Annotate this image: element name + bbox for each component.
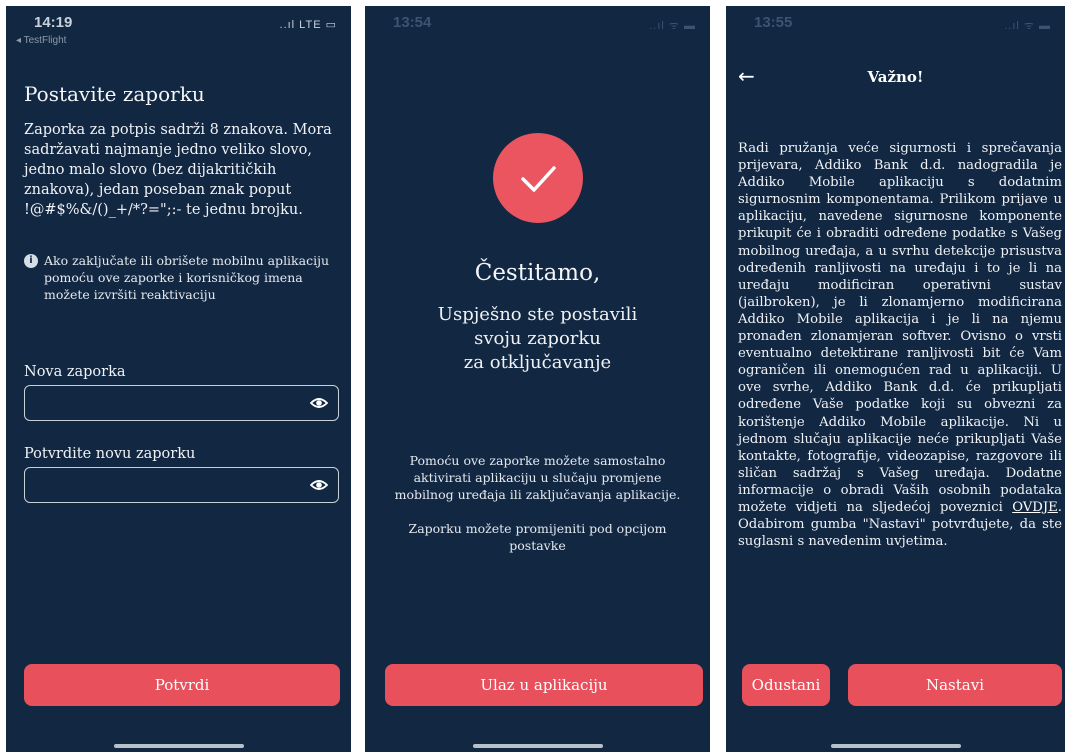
success-badge [493, 133, 583, 223]
success-line: za otključavanje [463, 352, 612, 373]
congrats-heading: Čestitamo, [474, 260, 601, 286]
password-rules-text: Zaporka za potpis sadrži 8 znakova. Mora… [24, 122, 332, 218]
home-indicator [472, 744, 603, 748]
screen-important-notice: 13:55 ..ıl ᯤ ▬ ← Važno! Radi pružanja ve… [726, 6, 1065, 752]
ovdje-link[interactable]: OVDJE [1012, 500, 1058, 515]
screen-password-success: 13:54 ..ıl ᯤ ▬ Čestitamo, Uspješno ste p… [365, 6, 710, 752]
testflight-back-link[interactable]: ◂ TestFlight [16, 35, 66, 46]
success-line: svoju zaporku [474, 328, 601, 349]
info-note: i Ako zaključate ili obrišete mobilnu ap… [24, 252, 342, 303]
eye-icon[interactable] [310, 477, 328, 493]
confirm-password-label: Potvrdite novu zaporku [24, 446, 196, 462]
success-message: Uspješno ste postavili svoju zaporku za … [365, 303, 710, 375]
new-password-label: Nova zaporka [24, 364, 126, 380]
page-title: Postavite zaporku [24, 82, 205, 106]
confirm-password-input[interactable] [24, 467, 339, 503]
eye-icon[interactable] [310, 395, 328, 411]
enter-app-button[interactable]: Ulaz u aplikaciju [385, 664, 703, 706]
status-time: 14:19 [34, 14, 73, 31]
status-bar: 13:54 ..ıl ᯤ ▬ [365, 6, 710, 46]
success-line: Uspješno ste postavili [437, 304, 638, 325]
status-time: 13:54 [393, 14, 432, 31]
status-time: 13:55 [754, 14, 793, 31]
status-icons: ..ıl LTE ▭ [279, 19, 337, 31]
info-text: Ako zaključate ili obrišete mobilnu apli… [44, 253, 330, 302]
status-icons: ..ıl ᯤ ▬ [649, 20, 696, 32]
change-password-note: Zaporku možete promijeniti pod opcijom p… [408, 521, 667, 553]
home-indicator [830, 744, 961, 748]
info-icon: i [24, 254, 38, 268]
activation-note: Pomoću ove zaporke možete samostalno akt… [394, 453, 681, 502]
checkmark-icon [521, 166, 556, 192]
continue-button[interactable]: Nastavi [848, 664, 1062, 706]
screen-set-password: 14:19 ◂ TestFlight ..ıl LTE ▭ Postavite … [6, 6, 351, 752]
status-icons: ..ıl ᯤ ▬ [1004, 20, 1051, 32]
security-notice-text: Radi pružanja veće sigurnosti i sprečava… [738, 140, 1062, 550]
new-password-input[interactable] [24, 385, 339, 421]
status-bar: 14:19 ◂ TestFlight ..ıl LTE ▭ [6, 6, 351, 46]
home-indicator [113, 744, 244, 748]
notice-text: Radi pružanja veće sigurnosti i sprečava… [738, 141, 1062, 515]
status-bar: 13:55 ..ıl ᯤ ▬ [726, 6, 1065, 46]
confirm-button[interactable]: Potvrdi [24, 664, 340, 706]
header-title: Važno! [867, 68, 924, 86]
cancel-button[interactable]: Odustani [742, 664, 830, 706]
